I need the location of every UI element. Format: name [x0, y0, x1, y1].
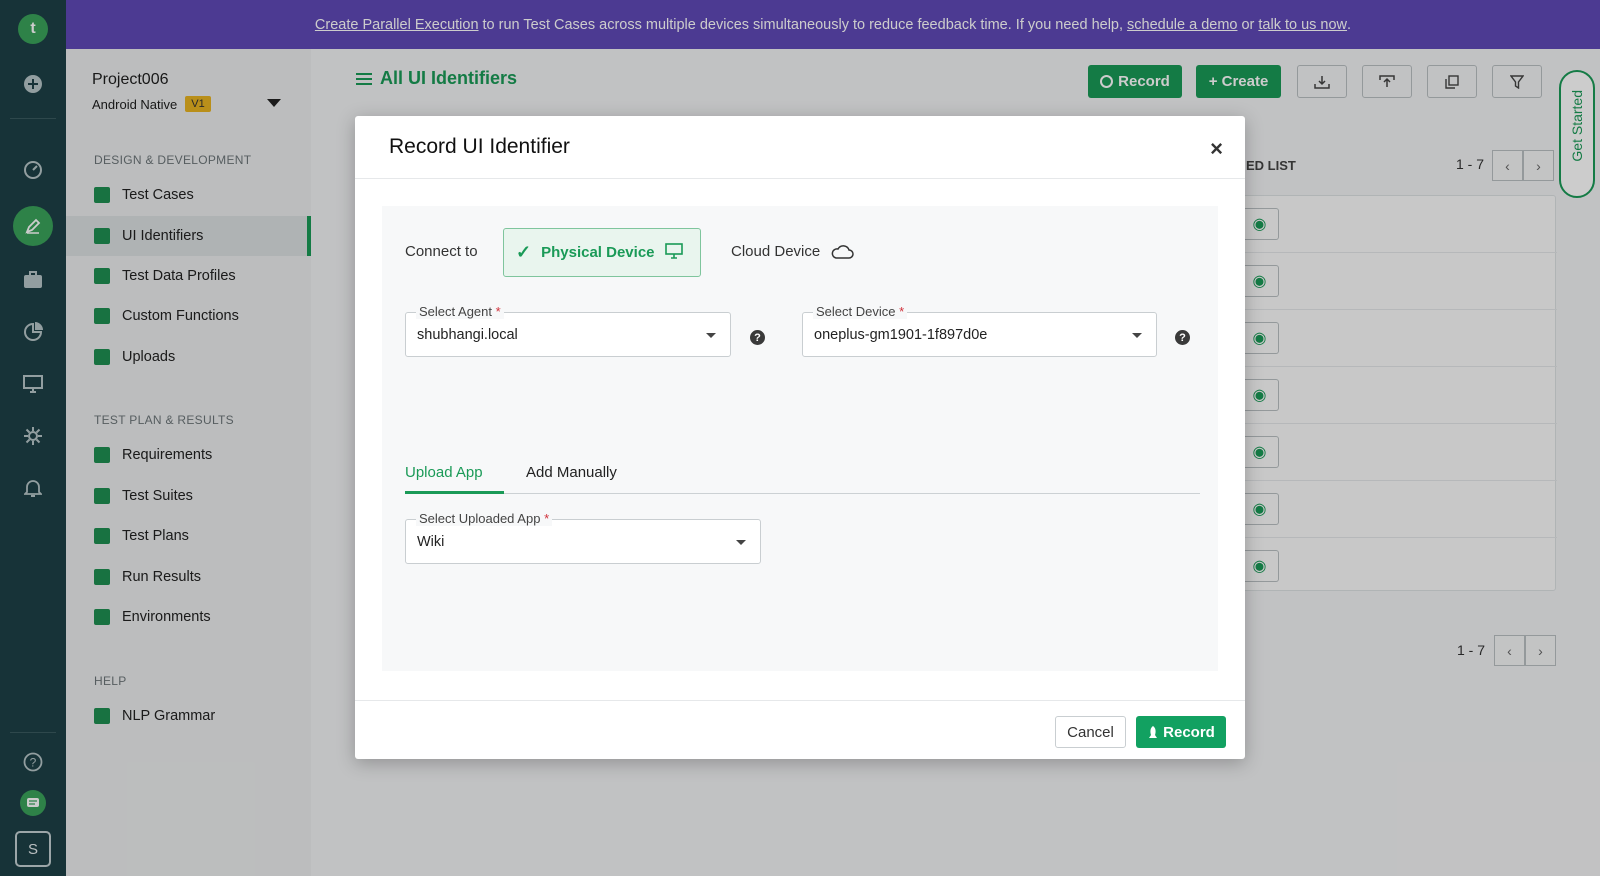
help-icon[interactable]: ? — [750, 330, 765, 345]
connect-to-label: Connect to — [405, 243, 478, 260]
rocket-icon — [1149, 726, 1158, 738]
cancel-button[interactable]: Cancel — [1055, 716, 1126, 748]
record-label: Record — [1163, 723, 1215, 741]
help-icon[interactable]: ? — [1175, 330, 1190, 345]
tab-add-manually[interactable]: Add Manually — [526, 464, 626, 494]
select-uploaded-app-dropdown[interactable]: Select Uploaded App * Wiki — [405, 511, 761, 564]
chevron-down-icon — [736, 540, 746, 545]
tab-upload-app[interactable]: Upload App — [405, 464, 504, 494]
dialog-title: Record UI Identifier — [389, 135, 570, 158]
cloud-device-option[interactable]: Cloud Device — [731, 243, 854, 260]
chevron-down-icon — [1132, 333, 1142, 338]
monitor-icon — [664, 242, 683, 263]
record-button[interactable]: Record — [1136, 716, 1226, 748]
cloud-device-label: Cloud Device — [731, 243, 821, 260]
cloud-icon — [831, 244, 854, 259]
agent-value: shubhangi.local — [417, 327, 518, 343]
chevron-down-icon — [706, 333, 716, 338]
check-icon: ✓ — [516, 242, 532, 262]
app-source-tabs: Upload App Add Manually — [405, 464, 1200, 494]
physical-device-label: Physical Device — [541, 244, 655, 261]
field-label: Select Agent * — [416, 304, 504, 319]
field-label: Select Device * — [813, 304, 908, 319]
device-value: oneplus-gm1901-1f897d0e — [814, 327, 988, 343]
record-ui-identifier-dialog: Record UI Identifier × Connect to ✓ Phys… — [355, 116, 1245, 759]
app-value: Wiki — [417, 534, 445, 550]
dialog-divider — [355, 178, 1245, 179]
dialog-body: Connect to ✓ Physical Device Cloud Devic… — [382, 206, 1218, 671]
dialog-divider — [355, 700, 1245, 701]
field-label: Select Uploaded App * — [416, 511, 553, 526]
close-icon[interactable]: × — [1210, 136, 1223, 162]
physical-device-option[interactable]: ✓ Physical Device — [503, 228, 701, 277]
select-device-dropdown[interactable]: Select Device * oneplus-gm1901-1f897d0e — [802, 304, 1157, 357]
select-agent-dropdown[interactable]: Select Agent * shubhangi.local — [405, 304, 731, 357]
